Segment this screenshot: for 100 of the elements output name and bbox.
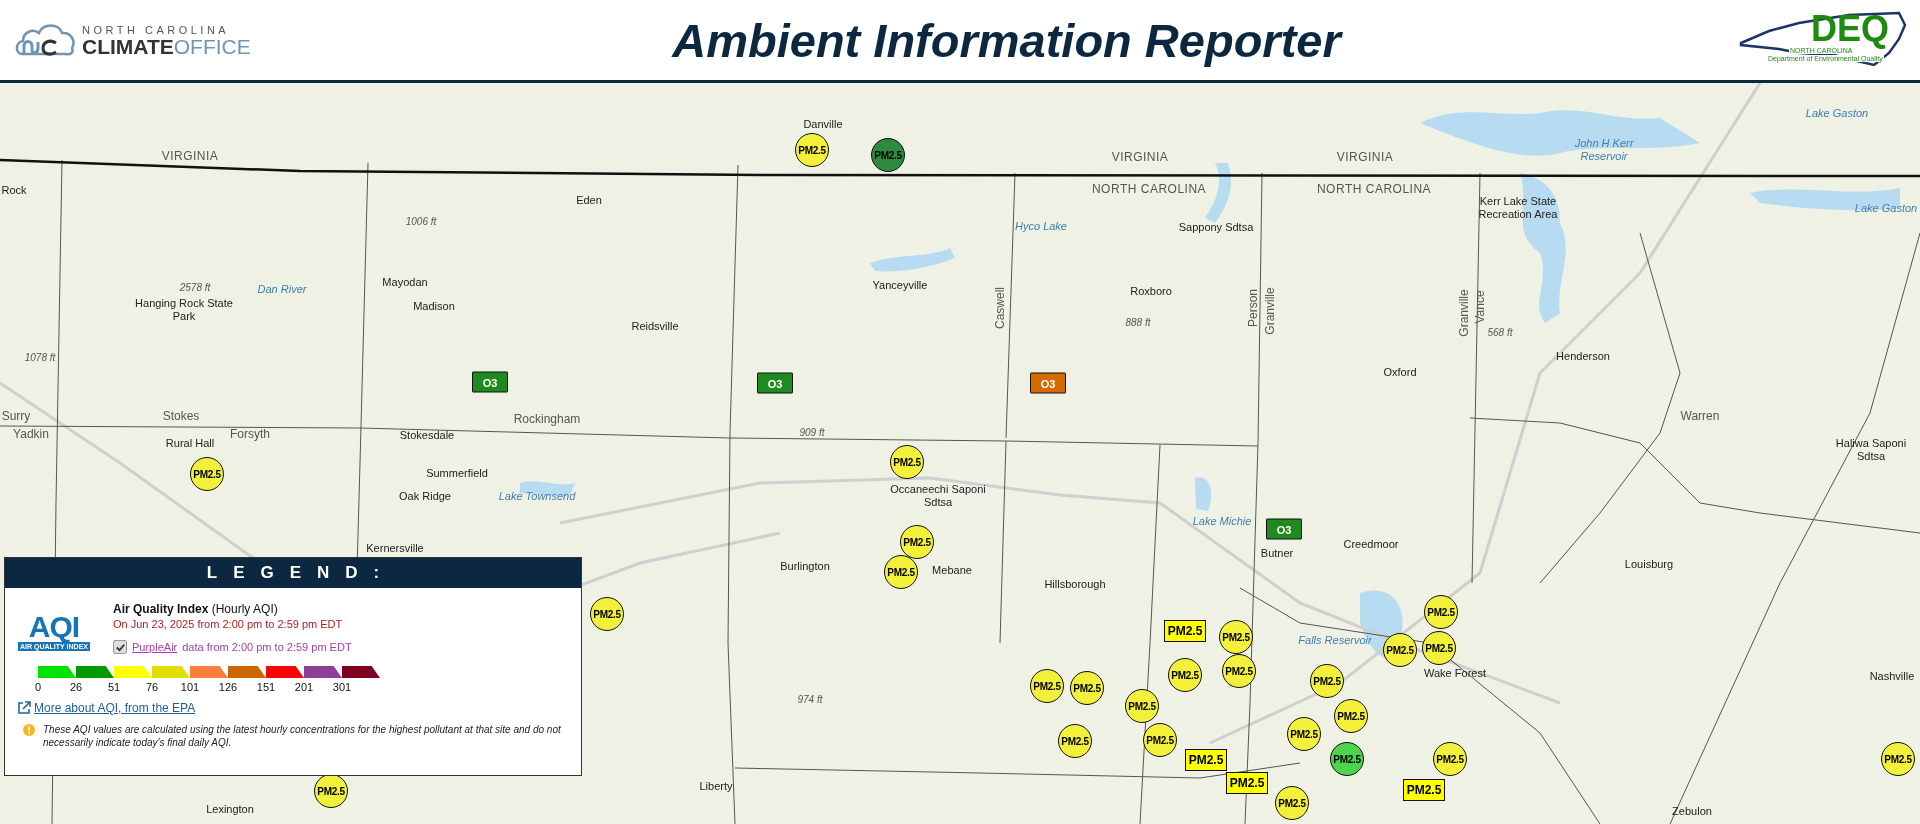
map-place-label: Sappony Sdtsa [1178, 220, 1254, 234]
station-marker[interactable]: PM2.5 [1226, 772, 1268, 794]
station-marker[interactable]: PM2.5 [1334, 699, 1368, 733]
map-place-label: Eden [576, 193, 602, 207]
station-marker[interactable]: PM2.5 [590, 597, 624, 631]
map-place-label: Lake Townsend [498, 489, 576, 503]
map-place-label: Stokesdale [399, 428, 455, 442]
station-marker[interactable]: PM2.5 [1030, 669, 1064, 703]
station-marker[interactable]: PM2.5 [795, 133, 829, 167]
map-place-label: VIRGINIA [1111, 151, 1169, 165]
station-marker[interactable]: PM2.5 [890, 445, 924, 479]
station-marker[interactable]: O3 [1266, 518, 1302, 540]
map-place-label: NORTH CAROLINA [1316, 183, 1432, 197]
station-marker[interactable]: PM2.5 [1143, 723, 1177, 757]
station-marker[interactable]: PM2.5 [190, 457, 224, 491]
map-place-label: 1006 ft [405, 216, 437, 228]
station-marker[interactable]: PM2.5 [1310, 664, 1344, 698]
scale-tick-label: 126 [217, 681, 239, 693]
station-marker[interactable]: PM2.5 [1881, 742, 1915, 776]
legend-title: LEGEND: [5, 558, 581, 588]
station-marker[interactable]: PM2.5 [1383, 633, 1417, 667]
scale-tick-label: 151 [255, 681, 277, 693]
map-place-label: 568 ft [1487, 327, 1513, 339]
map-place-label: Butner [1260, 546, 1294, 560]
map-place-label: Falls Reservoir [1298, 633, 1372, 647]
map-place-label: Yadkin [13, 428, 49, 442]
map-place-label: Granville [1264, 287, 1278, 335]
map-place-label: Louisburg [1624, 557, 1674, 571]
station-marker[interactable]: PM2.5 [1275, 786, 1309, 820]
scale-tick-label: 201 [293, 681, 315, 693]
map-place-label: Creedmoor [1343, 537, 1399, 551]
station-marker[interactable]: PM2.5 [1164, 620, 1206, 642]
station-marker[interactable]: PM2.5 [1422, 631, 1456, 665]
map-place-label: Roxboro [1130, 284, 1172, 298]
map-place-label: Caswell [994, 287, 1008, 329]
station-marker[interactable]: PM2.5 [1219, 620, 1253, 654]
page-title: Ambient Information Reporter [672, 12, 1341, 68]
map-place-label: Danville [803, 117, 843, 131]
station-marker[interactable]: PM2.5 [314, 774, 348, 808]
station-marker[interactable]: PM2.5 [1330, 742, 1364, 776]
purpleair-link[interactable]: PurpleAir [132, 641, 178, 653]
disclaimer-text: These AQI values are calculated using the latest hourly concentrations for the highest pollutant at that site and do not necessarily indicate today's final daily AQI. [43, 723, 562, 749]
map-place-label: Liberty [699, 779, 733, 793]
map-place-label: Person [1247, 289, 1261, 327]
station-marker[interactable]: PM2.5 [1287, 717, 1321, 751]
map-place-label: Madison [413, 299, 455, 313]
purpleair-text: data from 2:00 pm to 2:59 pm EDT [182, 641, 352, 653]
scale-tick-label: 51 [106, 681, 122, 693]
map-place-label: Lake Gaston [1805, 106, 1869, 120]
station-marker[interactable]: PM2.5 [1424, 595, 1458, 629]
map-place-label: Lake Michie [1192, 514, 1252, 528]
station-marker[interactable]: O3 [472, 371, 508, 393]
map-place-label: Burlington [780, 559, 830, 573]
map-place-label: VIRGINIA [161, 150, 219, 164]
map-place-label: 909 ft [799, 427, 825, 439]
map-place-label: Kernersville [366, 541, 424, 555]
epa-link[interactable]: More about AQI, from the EPA [34, 701, 196, 715]
station-marker[interactable]: PM2.5 [1185, 749, 1227, 771]
map-place-label: 888 ft [1125, 317, 1151, 329]
station-marker[interactable]: PM2.5 [871, 138, 905, 172]
station-marker[interactable]: O3 [757, 372, 793, 394]
station-marker[interactable]: PM2.5 [1222, 654, 1256, 688]
warning-icon [23, 724, 35, 736]
map-place-label: Oak Ridge [399, 489, 451, 503]
station-marker[interactable]: PM2.5 [1403, 779, 1445, 801]
map-place-label: Granville [1458, 289, 1472, 337]
scale-tick-label: 0 [33, 681, 43, 693]
station-marker[interactable]: PM2.5 [1070, 671, 1104, 705]
map-place-label: Surry [1, 410, 31, 424]
map-place-label: Vance [1474, 290, 1488, 324]
map-place-label: Warren [1680, 410, 1720, 424]
map-place-label: Reidsville [631, 319, 679, 333]
map-place-label: Oxford [1383, 365, 1417, 379]
external-link-icon [17, 701, 31, 715]
logo-wordmark: OFFICE [173, 35, 251, 57]
purpleair-checkbox[interactable] [113, 640, 127, 654]
map-place-label: 974 ft [797, 694, 823, 706]
station-marker[interactable]: PM2.5 [884, 555, 918, 589]
map-place-label: Summerfield [426, 466, 488, 480]
map-place-label: VIRGINIA [1336, 151, 1394, 165]
map-place-label: Stokes [162, 410, 200, 424]
map-place-label: Lexington [206, 802, 254, 816]
station-marker[interactable]: PM2.5 [900, 525, 934, 559]
map-place-label: 2578 ft [179, 282, 211, 294]
station-marker[interactable]: PM2.5 [1125, 689, 1159, 723]
station-marker[interactable]: PM2.5 [1168, 658, 1202, 692]
map-place-label: Henderson [1556, 349, 1610, 363]
map-place-label: Forsyth [230, 428, 270, 442]
station-marker[interactable]: PM2.5 [1058, 724, 1092, 758]
map-place-label: Hanging Rock State Park [134, 297, 234, 323]
station-marker[interactable]: PM2.5 [1433, 742, 1467, 776]
scale-tick-label: 101 [179, 681, 201, 693]
scale-tick-label: 301 [331, 681, 353, 693]
map-place-label: Mayodan [382, 275, 428, 289]
map-place-label: Zebulon [1672, 804, 1712, 818]
map-place-label: John H Kerr Reservoir [1573, 137, 1635, 163]
map-place-label: Rural Hall [165, 436, 215, 450]
station-marker[interactable]: O3 [1030, 372, 1066, 394]
map-place-label: Wake Forest [1424, 666, 1486, 680]
logo-wordmark: DEQ [1811, 11, 1889, 47]
